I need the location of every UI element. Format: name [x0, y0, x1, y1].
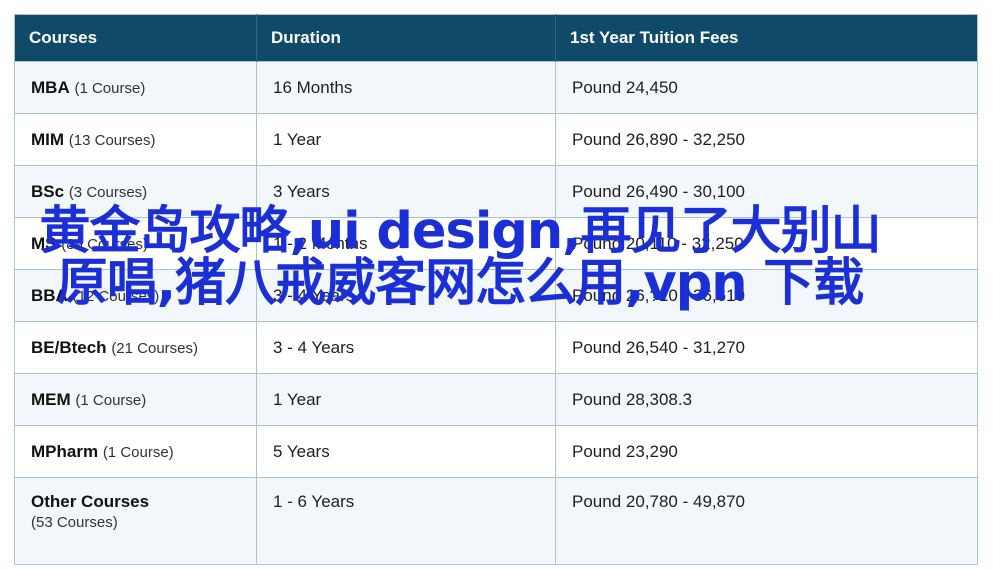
table-header-row: Courses Duration 1st Year Tuition Fees: [14, 14, 978, 62]
duration-cell: 1 - 6 Years: [256, 477, 556, 565]
fees-cell: Pound 26,890 - 32,250: [555, 113, 978, 166]
course-count: (21 Courses): [111, 339, 199, 357]
table-row: MPharm (1 Course) 5 Years Pound 23,290: [14, 425, 978, 478]
header-courses: Courses: [14, 14, 257, 62]
course-count: (3 Courses): [68, 183, 148, 201]
table-row: MBA (1 Course) 16 Months Pound 24,450: [14, 61, 978, 114]
overlay-keyword-text: 黄金岛攻略,ui design,再见了大别山原唱,猪八戒威客网怎么用,vpn 下…: [39, 202, 881, 313]
course-name[interactable]: BSc: [31, 182, 64, 201]
course-name[interactable]: MBA: [31, 78, 70, 97]
fees-cell: Pound 20,780 - 49,870: [555, 477, 978, 565]
duration-cell: 1 Year: [256, 113, 556, 166]
course-count: (1 Course): [74, 79, 146, 97]
course-name[interactable]: MIM: [31, 130, 64, 149]
duration-cell: 1 Year: [256, 373, 556, 426]
duration-cell: 5 Years: [256, 425, 556, 478]
course-count: (1 Course): [75, 391, 147, 409]
course-name[interactable]: BE/Btech: [31, 338, 107, 357]
course-name[interactable]: Other Courses: [31, 492, 149, 511]
course-cell: BE/Btech (21 Courses): [14, 321, 257, 374]
duration-cell: 16 Months: [256, 61, 556, 114]
fees-cell: Pound 23,290: [555, 425, 978, 478]
table-row: Other Courses (53 Courses) 1 - 6 Years Po…: [14, 477, 978, 565]
course-count: (1 Course): [102, 443, 174, 461]
course-count: (13 Courses): [68, 131, 156, 149]
course-name[interactable]: MPharm: [31, 442, 98, 461]
header-duration: Duration: [256, 14, 556, 62]
fees-cell: Pound 24,450: [555, 61, 978, 114]
course-cell: MIM (13 Courses): [14, 113, 257, 166]
course-name[interactable]: MEM: [31, 390, 71, 409]
table-row: MEM (1 Course) 1 Year Pound 28,308.3: [14, 373, 978, 426]
fees-cell: Pound 26,540 - 31,270: [555, 321, 978, 374]
course-cell: MPharm (1 Course): [14, 425, 257, 478]
course-cell: Other Courses (53 Courses): [14, 477, 257, 565]
course-cell: MEM (1 Course): [14, 373, 257, 426]
duration-cell: 3 - 4 Years: [256, 321, 556, 374]
course-count: (53 Courses): [31, 514, 118, 531]
table-row: MIM (13 Courses) 1 Year Pound 26,890 - 3…: [14, 113, 978, 166]
fees-cell: Pound 28,308.3: [555, 373, 978, 426]
course-cell: MBA (1 Course): [14, 61, 257, 114]
table-row: BE/Btech (21 Courses) 3 - 4 Years Pound …: [14, 321, 978, 374]
header-fees: 1st Year Tuition Fees: [555, 14, 978, 62]
